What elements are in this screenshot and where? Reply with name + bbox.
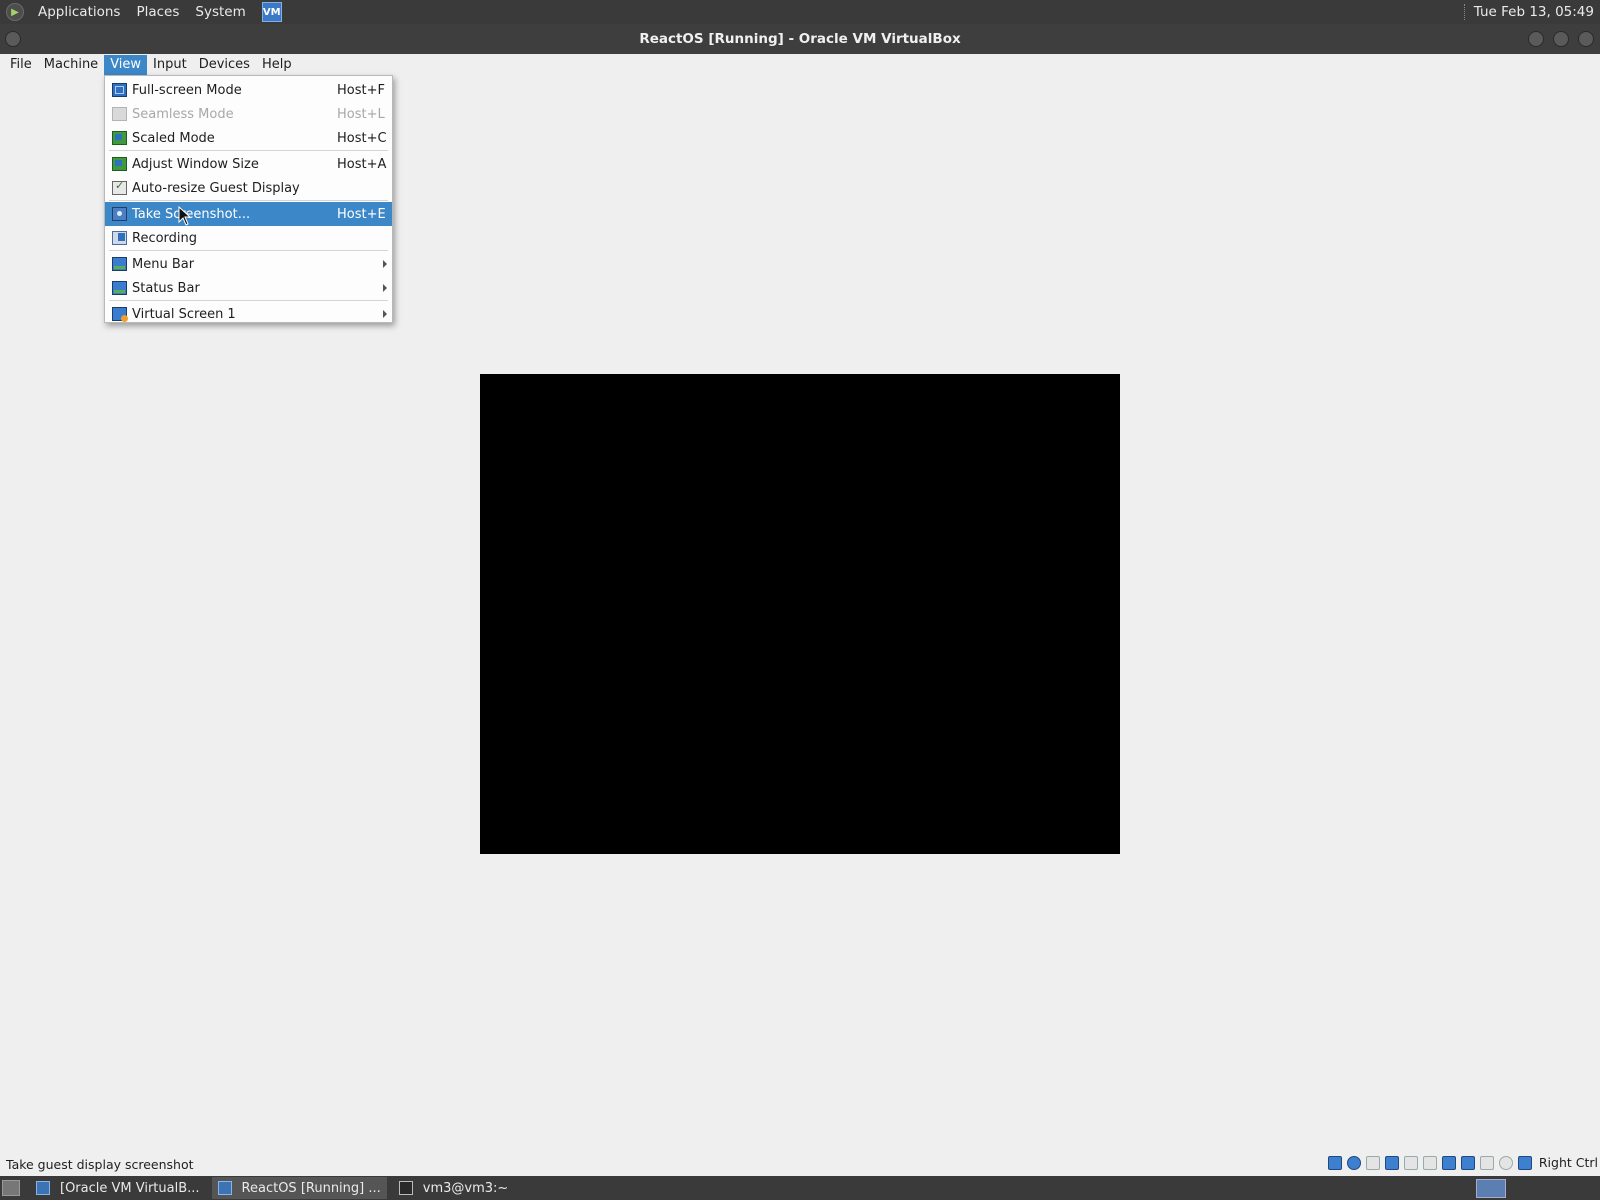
menu-item-menu-bar[interactable]: Menu Bar xyxy=(105,252,392,276)
virtualbox-vm-icon xyxy=(217,1181,232,1195)
menu-item-label: Scaled Mode xyxy=(132,130,215,146)
menu-item-shortcut: Host+F xyxy=(337,82,385,98)
status-bar: Take guest display screenshot Right Ctrl xyxy=(0,1154,1600,1174)
hard-disk-indicator-icon[interactable] xyxy=(1327,1155,1342,1170)
virtual-screen-icon xyxy=(112,307,128,322)
menu-machine[interactable]: Machine xyxy=(38,55,104,75)
window-title: ReactOS [Running] - Oracle VM VirtualBox xyxy=(639,31,961,47)
menu-item-label: Adjust Window Size xyxy=(132,156,259,172)
screenshot-icon xyxy=(112,207,127,221)
mouse-integration-indicator-icon[interactable] xyxy=(1498,1155,1513,1170)
submenu-arrow-icon xyxy=(383,260,387,268)
menu-file[interactable]: File xyxy=(4,55,38,75)
host-key-label: Right Ctrl xyxy=(1538,1155,1598,1170)
virtualbox-icon xyxy=(36,1181,50,1195)
bottom-taskbar: [Oracle VM VirtualB... ReactOS [Running]… xyxy=(0,1176,1600,1200)
tray-virtualbox-icon[interactable] xyxy=(1476,1179,1506,1198)
terminal-icon xyxy=(398,1181,413,1195)
menu-item-auto-resize-guest-display[interactable]: Auto-resize Guest Display xyxy=(105,176,392,200)
taskbar-item-virtualbox-manager[interactable]: [Oracle VM VirtualB... xyxy=(30,1177,206,1199)
recording-indicator-icon[interactable] xyxy=(1460,1155,1475,1170)
taskbar-item-label: [Oracle VM VirtualB... xyxy=(60,1180,200,1196)
usb-indicator-icon[interactable] xyxy=(1403,1155,1418,1170)
taskbar-item-reactos[interactable]: ReactOS [Running] ... xyxy=(211,1177,387,1199)
maximize-icon[interactable] xyxy=(1553,31,1569,47)
display-indicator-icon[interactable] xyxy=(1441,1155,1456,1170)
menu-item-label: Menu Bar xyxy=(132,256,195,272)
menu-separator xyxy=(109,150,388,151)
status-indicators: Right Ctrl xyxy=(1327,1155,1600,1170)
menu-item-shortcut: Host+A xyxy=(337,156,387,172)
menu-item-scaled-mode[interactable]: Scaled Mode Host+C xyxy=(105,126,392,150)
window-menu-icon[interactable] xyxy=(5,31,21,47)
menu-item-take-screenshot[interactable]: Take Screenshot... Host+E xyxy=(105,202,392,226)
menu-separator xyxy=(109,250,388,251)
menu-item-shortcut: Host+L xyxy=(337,106,385,122)
menu-separator xyxy=(109,200,388,201)
status-bar-icon xyxy=(112,281,127,295)
menu-bar-icon xyxy=(112,257,127,271)
applications-logo-icon[interactable]: ▶ xyxy=(6,3,24,21)
submenu-arrow-icon xyxy=(383,310,387,318)
taskbar-item-terminal[interactable]: vm3@vm3:~ xyxy=(393,1177,515,1199)
optical-drive-indicator-icon[interactable] xyxy=(1346,1155,1361,1170)
top-panel: ▶ Applications Places System VM Tue Feb … xyxy=(0,0,1600,24)
virtualbox-launcher-icon[interactable]: VM xyxy=(261,2,282,22)
panel-separator xyxy=(1463,4,1466,20)
menu-view[interactable]: View xyxy=(104,55,148,75)
panel-menu-system[interactable]: System xyxy=(187,0,253,24)
menu-item-label: Status Bar xyxy=(132,280,200,296)
menu-input[interactable]: Input xyxy=(147,55,193,75)
taskbar-item-label: ReactOS [Running] ... xyxy=(241,1180,381,1196)
menu-devices[interactable]: Devices xyxy=(193,55,256,75)
submenu-arrow-icon xyxy=(383,284,387,292)
menu-item-recording[interactable]: Recording xyxy=(105,226,392,250)
menu-item-shortcut: Host+E xyxy=(337,206,386,222)
view-dropdown-menu: Full-screen Mode Host+F Seamless Mode Ho… xyxy=(104,75,393,323)
menu-bar: File Machine View Input Devices Help xyxy=(0,54,1600,76)
menu-item-shortcut: Host+C xyxy=(337,130,387,146)
status-text: Take guest display screenshot xyxy=(6,1156,194,1172)
menu-item-label: Seamless Mode xyxy=(132,106,234,122)
show-desktop-icon[interactable] xyxy=(2,1180,20,1196)
taskbar-item-label: vm3@vm3:~ xyxy=(422,1180,509,1196)
scaled-icon xyxy=(112,131,127,145)
close-icon[interactable] xyxy=(1578,31,1594,47)
menu-item-label: Recording xyxy=(132,230,198,246)
keyboard-indicator-icon[interactable] xyxy=(1517,1155,1532,1170)
network-indicator-icon[interactable] xyxy=(1384,1155,1399,1170)
panel-menu-places[interactable]: Places xyxy=(128,0,187,24)
guest-display[interactable] xyxy=(480,374,1120,854)
auto-resize-icon xyxy=(112,179,127,195)
menu-separator xyxy=(109,300,388,301)
menu-item-seamless-mode: Seamless Mode Host+L xyxy=(105,102,392,126)
menu-item-fullscreen-mode[interactable]: Full-screen Mode Host+F xyxy=(105,78,392,102)
menu-item-virtual-screen-1[interactable]: Virtual Screen 1 xyxy=(105,302,392,326)
menu-item-status-bar[interactable]: Status Bar xyxy=(105,276,392,300)
menu-item-label: Full-screen Mode xyxy=(132,82,242,98)
menu-item-adjust-window-size[interactable]: Adjust Window Size Host+A xyxy=(105,152,392,176)
minimize-icon[interactable] xyxy=(1528,31,1544,47)
audio-indicator-icon[interactable] xyxy=(1365,1155,1380,1170)
virtualization-indicator-icon[interactable] xyxy=(1479,1155,1494,1170)
window-titlebar[interactable]: ReactOS [Running] - Oracle VM VirtualBox xyxy=(0,24,1600,54)
menu-item-label: Virtual Screen 1 xyxy=(132,306,236,322)
panel-menu-applications[interactable]: Applications xyxy=(30,0,128,24)
menu-item-label: Auto-resize Guest Display xyxy=(132,180,300,196)
fullscreen-icon xyxy=(112,83,127,97)
seamless-icon xyxy=(112,107,127,121)
panel-clock[interactable]: Tue Feb 13, 05:49 xyxy=(1474,4,1600,20)
menu-help[interactable]: Help xyxy=(256,55,298,75)
recording-icon xyxy=(112,231,127,245)
shared-folders-indicator-icon[interactable] xyxy=(1422,1155,1437,1170)
adjust-window-icon xyxy=(112,157,127,171)
